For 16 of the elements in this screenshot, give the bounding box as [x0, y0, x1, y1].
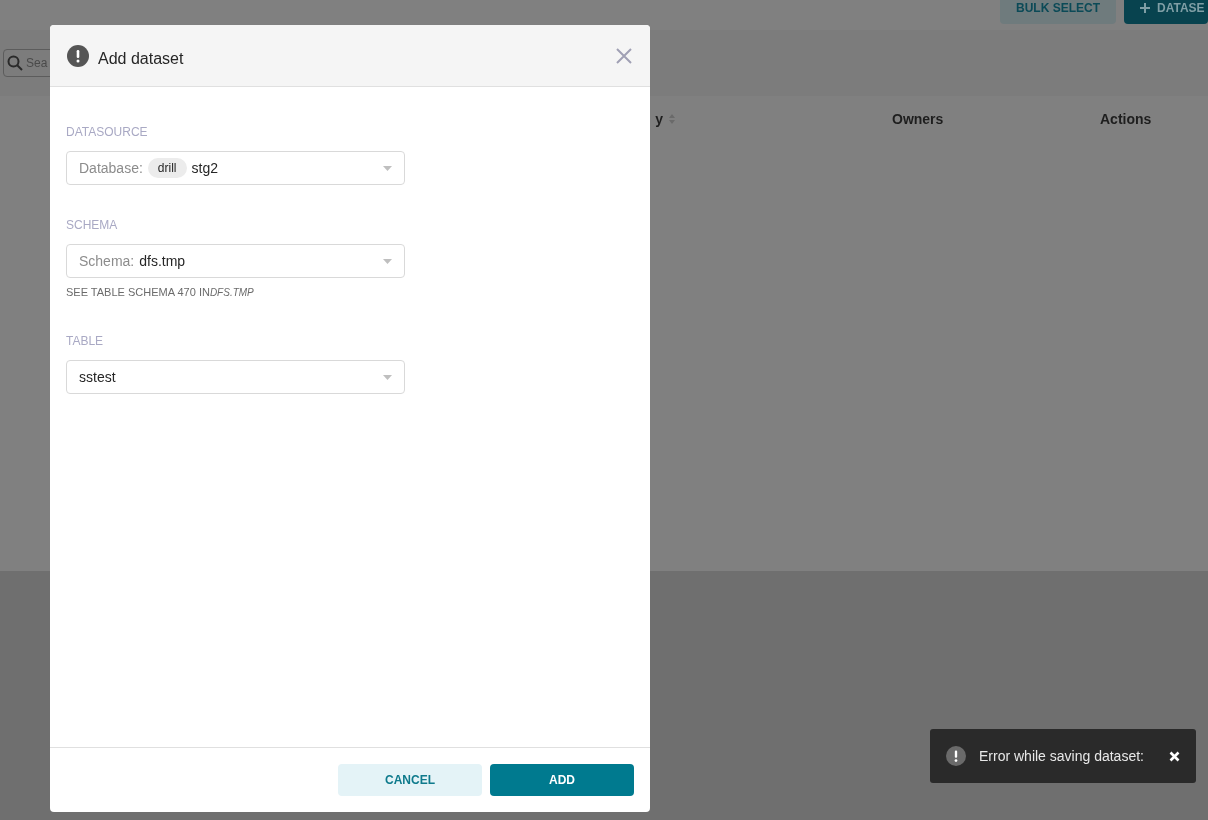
modal-title: Add dataset — [98, 49, 185, 68]
column-header[interactable]: y — [655, 110, 663, 127]
bulk-select-button[interactable]: BULK SELECT — [1000, 0, 1116, 24]
add-dataset-button[interactable]: DATASE — [1124, 0, 1208, 24]
field-label: TABLE — [66, 334, 105, 348]
column-header[interactable]: Owners — [892, 110, 944, 127]
cancel-button[interactable]: CANCEL — [338, 764, 482, 796]
help-text: SEE TABLE SCHEMA 470 INDFS.TMP — [66, 286, 255, 298]
field-label: DATASOURCE — [66, 125, 149, 139]
add-button[interactable]: ADD — [490, 764, 634, 796]
select-field[interactable]: sstest — [66, 360, 405, 394]
select-field[interactable]: Schema: dfs.tmp — [66, 244, 405, 278]
toast-message: Error while saving dataset: — [979, 748, 1145, 764]
select-field[interactable]: Database: drill stg2 — [66, 151, 405, 185]
column-header[interactable]: Actions — [1100, 110, 1152, 127]
field-label: SCHEMA — [66, 218, 119, 232]
